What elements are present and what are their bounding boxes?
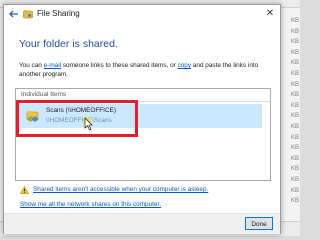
background-file-size: KB bbox=[290, 113, 299, 120]
back-arrow-icon[interactable] bbox=[8, 8, 20, 20]
background-file-size: KB bbox=[290, 49, 299, 56]
background-file-size: KB bbox=[290, 187, 299, 194]
dialog-title: File Sharing bbox=[37, 9, 80, 18]
email-link[interactable]: e-mail bbox=[44, 62, 61, 69]
asleep-warning-link[interactable]: Shared items aren't accessible when your… bbox=[33, 186, 208, 193]
file-sharing-dialog: File Sharing ✕ Your folder is shared. Yo… bbox=[3, 4, 281, 234]
network-shares-link[interactable]: Show me all the network shares on this c… bbox=[20, 201, 161, 208]
background-file-size: KB bbox=[290, 102, 299, 109]
close-button[interactable]: ✕ bbox=[263, 7, 277, 21]
background-file-size: KB bbox=[290, 177, 299, 183]
background-file-size: KB bbox=[290, 198, 299, 205]
warning-icon bbox=[20, 186, 29, 194]
done-button[interactable]: Done bbox=[245, 217, 273, 230]
background-file-size: KB bbox=[290, 124, 299, 130]
description-text: You can bbox=[19, 62, 44, 69]
background-file-size: KB bbox=[290, 134, 299, 141]
background-file-size: KB bbox=[290, 71, 299, 77]
background-file-size: KB bbox=[290, 28, 299, 35]
background-file-size: KB bbox=[290, 60, 299, 67]
red-highlight-annotation bbox=[16, 100, 138, 137]
file-sharing-icon bbox=[23, 10, 33, 19]
background-file-size: KB bbox=[290, 145, 299, 152]
description-text: someone links to these shared items, or bbox=[61, 62, 178, 69]
dialog-heading: Your folder is shared. bbox=[19, 38, 118, 50]
background-file-size: KB bbox=[290, 166, 299, 173]
dialog-footer bbox=[4, 213, 280, 234]
background-file-size: KB bbox=[290, 155, 299, 162]
background-file-size: KB bbox=[290, 81, 299, 88]
background-file-size: KB bbox=[290, 18, 299, 24]
list-header-label: Individual Items bbox=[21, 91, 67, 98]
background-file-size: KB bbox=[290, 39, 299, 46]
title-bar: File Sharing ✕ bbox=[4, 5, 280, 23]
background-file-size: KB bbox=[290, 92, 299, 99]
copy-link[interactable]: copy bbox=[178, 62, 192, 69]
dialog-description: You can e-mail someone links to these sh… bbox=[19, 61, 269, 79]
